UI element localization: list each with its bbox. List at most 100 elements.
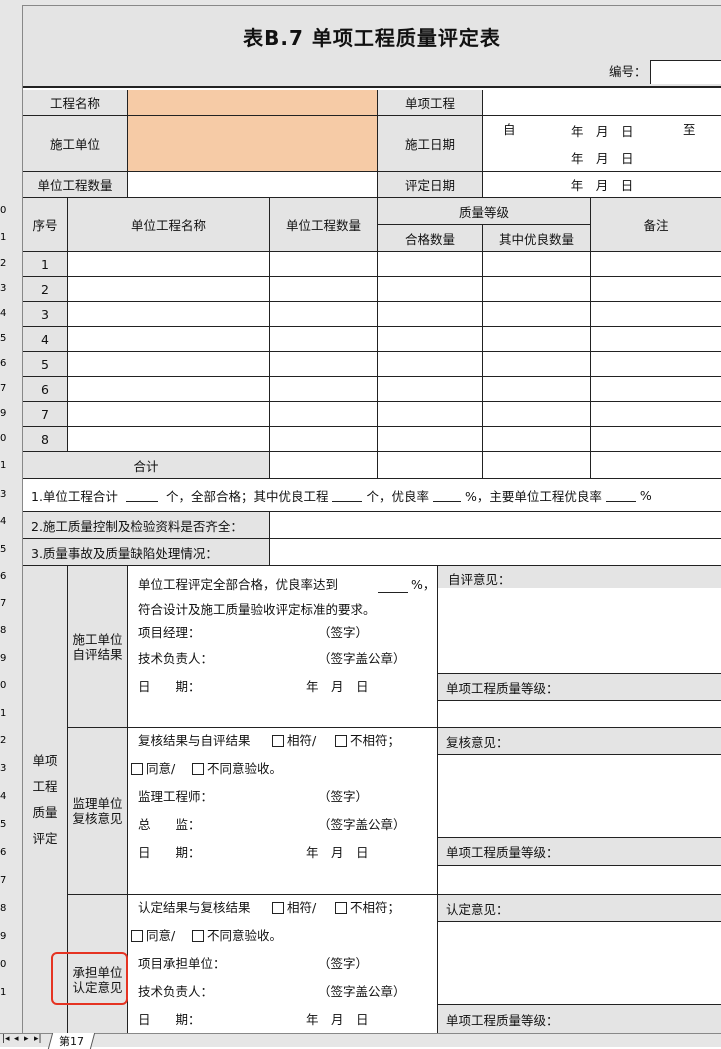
excellent-count-blank[interactable] [332,488,363,502]
review-block[interactable]: 复核结果与自评结果 相符/ 不相符； 同意/ 不同意验收。 监理工程师： （签字… [128,728,438,895]
confirm-disagree-option[interactable]: 不同意验收。 [192,928,282,944]
row-number-cell[interactable]: 4 [23,327,68,352]
nomatch-checkbox[interactable] [335,735,347,747]
unit-count-input[interactable] [128,172,378,198]
row-number[interactable]: 5 [0,819,8,831]
note-cell[interactable] [591,252,721,277]
note-cell[interactable] [591,327,721,352]
unit-count-cell[interactable] [270,352,378,377]
eval-date-input[interactable]: 年 月 日 [483,172,721,198]
note-cell[interactable] [591,302,721,327]
pass-count-cell[interactable] [378,327,483,352]
unit-count-cell[interactable] [270,402,378,427]
unit-count-cell[interactable] [270,377,378,402]
note-cell[interactable] [591,377,721,402]
title-block[interactable]: 表B.7 单项工程质量评定表 编号： [23,6,721,88]
pass-count-cell[interactable] [378,377,483,402]
unit-name-cell[interactable] [68,427,270,452]
row-number[interactable]: 1 [0,460,8,472]
unit-name-cell[interactable] [68,377,270,402]
row-number[interactable]: 0 [0,959,8,971]
note-cell[interactable] [591,277,721,302]
row-number[interactable]: 7 [0,875,8,887]
row-number[interactable]: 7 [0,598,8,610]
excellent-count-cell[interactable] [483,277,591,302]
row-number[interactable]: 3 [0,763,8,775]
main-rate-blank[interactable] [605,488,636,502]
review-grade-input[interactable] [438,866,721,895]
row-number-cell[interactable]: 2 [23,277,68,302]
total-excellent-cell[interactable] [483,452,591,479]
row-number[interactable]: 6 [0,847,8,859]
tab-nav-first-icon[interactable]: |◂ [2,1034,10,1044]
row-number[interactable]: 2 [0,258,8,270]
date-value[interactable]: 年 月 日 [306,679,369,695]
tab-nav-next-icon[interactable]: ▸ [24,1034,29,1044]
self-eval-block[interactable]: 单位工程评定全部合格，优良率达到 %， 符合设计及施工质量验收评定标准的要求。 … [128,566,438,728]
row-number[interactable]: 0 [0,680,8,692]
date-value[interactable]: 年 月 日 [306,845,369,861]
confirm-opinion-input[interactable] [438,922,721,1005]
row-number[interactable]: 0 [0,205,8,217]
review-opinion-input[interactable] [438,755,721,838]
row-number[interactable]: 6 [0,358,8,370]
row-header[interactable]: 0 1 2 3 4 5 6 7 9 0 1 3 4 5 6 7 8 9 0 1 … [0,5,23,1033]
tab-nav-prev-icon[interactable]: ◂ [14,1034,19,1044]
disagree-checkbox[interactable] [192,930,204,942]
pass-count-cell[interactable] [378,302,483,327]
row-number[interactable]: 5 [0,333,8,345]
start-date[interactable]: 年 月 日 [571,124,634,140]
pass-count-cell[interactable] [378,277,483,302]
row-number[interactable]: 2 [0,735,8,747]
total-pass-cell[interactable] [378,452,483,479]
excellent-count-cell[interactable] [483,377,591,402]
project-name-input[interactable] [128,90,378,116]
review-agree-option[interactable]: 同意/ [131,761,175,777]
excellent-count-cell[interactable] [483,252,591,277]
confirm-agree-option[interactable]: 同意/ [131,928,175,944]
excellent-rate-blank[interactable] [432,488,461,502]
review-match-option[interactable]: 相符/ [272,733,316,749]
unit-name-cell[interactable] [68,402,270,427]
summary-line-2-input[interactable] [270,512,721,539]
unit-count-cell[interactable] [270,277,378,302]
unit-total-blank[interactable] [125,488,158,502]
sheet-tab-active[interactable]: 第17 [47,1033,96,1049]
tab-nav-last-icon[interactable]: ▸| [34,1034,42,1044]
total-count-cell[interactable] [270,452,378,479]
unit-count-cell[interactable] [270,252,378,277]
date-value[interactable]: 年 月 日 [306,1012,369,1028]
excellent-count-cell[interactable] [483,327,591,352]
row-number[interactable]: 9 [0,653,8,665]
row-number[interactable]: 1 [0,708,8,720]
row-number-cell[interactable]: 7 [23,402,68,427]
row-number[interactable]: 9 [0,408,8,420]
row-number-cell[interactable]: 1 [23,252,68,277]
summary-line-3-input[interactable] [270,539,721,566]
code-input[interactable] [650,60,721,84]
unit-count-cell[interactable] [270,327,378,352]
disagree-checkbox[interactable] [192,763,204,775]
row-number[interactable]: 7 [0,383,8,395]
review-disagree-option[interactable]: 不同意验收。 [192,761,282,777]
review-nomatch-option[interactable]: 不相符； [335,733,400,749]
row-number-cell[interactable]: 5 [23,352,68,377]
excellent-count-cell[interactable] [483,402,591,427]
excellent-count-cell[interactable] [483,427,591,452]
unit-name-cell[interactable] [68,277,270,302]
pass-count-cell[interactable] [378,402,483,427]
unit-name-cell[interactable] [68,352,270,377]
row-number-cell[interactable]: 6 [23,377,68,402]
pass-count-cell[interactable] [378,427,483,452]
agree-checkbox[interactable] [131,763,143,775]
end-date[interactable]: 年 月 日 [571,151,634,167]
agree-checkbox[interactable] [131,930,143,942]
pass-count-cell[interactable] [378,352,483,377]
unit-name-cell[interactable] [68,302,270,327]
worksheet[interactable]: 表B.7 单项工程质量评定表 编号： 工程名称 单项工程 施工单位 施工日期 自… [23,6,721,1033]
unit-count-cell[interactable] [270,427,378,452]
row-number[interactable]: 4 [0,516,8,528]
self-grade-input[interactable] [438,701,721,728]
construction-date-field[interactable]: 自 年 月 日 至 年 月 日 [483,116,721,172]
row-number[interactable]: 1 [0,232,8,244]
